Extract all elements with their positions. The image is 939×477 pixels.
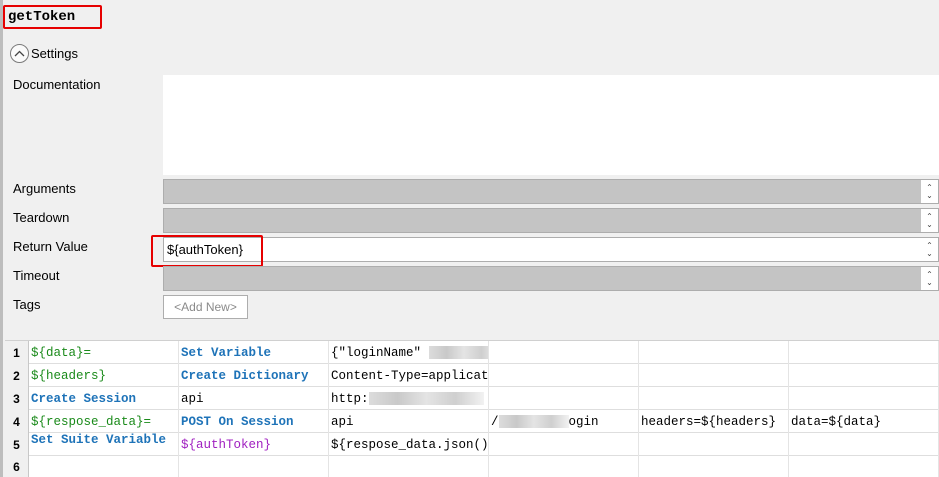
table-row: 1 ${data}= Set Variable {"loginName": [5, 341, 939, 364]
table-cell[interactable]: [489, 341, 639, 364]
arguments-label: Arguments: [13, 181, 76, 196]
table-cell[interactable]: [489, 387, 639, 410]
redacted-block: [498, 415, 569, 429]
table-row: 2 ${headers} Create Dictionary Content-T…: [5, 364, 939, 387]
table-cell[interactable]: ${authToken}: [179, 433, 329, 456]
return-value-label: Return Value: [13, 239, 88, 254]
return-value-field[interactable]: ${authToken} ⌃ ⌄: [163, 237, 939, 262]
arguments-field[interactable]: ⌃ ⌄: [163, 179, 939, 204]
table-cell[interactable]: [789, 387, 939, 410]
table-cell[interactable]: [639, 456, 789, 477]
table-cell[interactable]: / ogin: [489, 410, 639, 433]
table-cell[interactable]: [789, 433, 939, 456]
table-cell[interactable]: POST On Session: [179, 410, 329, 433]
table-cell[interactable]: Create Session: [29, 387, 179, 410]
table-cell[interactable]: [329, 456, 489, 477]
row-number[interactable]: 3: [5, 387, 29, 410]
return-value-scroll-icon[interactable]: ⌃ ⌄: [921, 238, 938, 261]
table-cell[interactable]: [789, 364, 939, 387]
table-row: 4 ${respose_data}= POST On Session api /…: [5, 410, 939, 433]
step-table: 1 ${data}= Set Variable {"loginName" 2 $…: [5, 340, 939, 477]
settings-toggle[interactable]: Settings: [10, 44, 78, 63]
timeout-scroll-icon[interactable]: ⌃ ⌄: [921, 267, 938, 290]
table-cell[interactable]: ${respose_data.json()}[: [329, 433, 489, 456]
row-number[interactable]: 5: [5, 433, 29, 456]
add-tag-button[interactable]: <Add New>: [163, 295, 248, 319]
documentation-field[interactable]: [163, 75, 939, 175]
return-value-text[interactable]: ${authToken}: [164, 238, 921, 261]
table-cell[interactable]: api: [179, 387, 329, 410]
table-cell[interactable]: api: [329, 410, 489, 433]
timeout-label: Timeout: [13, 268, 60, 283]
table-cell[interactable]: [789, 456, 939, 477]
collapse-icon[interactable]: [10, 44, 29, 63]
table-cell[interactable]: Content-Type=applicatio: [329, 364, 489, 387]
redacted-block: [428, 346, 488, 360]
highlight-box-title: [3, 5, 102, 29]
table-cell[interactable]: [179, 456, 329, 477]
table-row: 3 Create Session api http:: [5, 387, 939, 410]
table-cell[interactable]: [789, 341, 939, 364]
table-row: 5 Set Suite Variable ${authToken} ${resp…: [5, 433, 939, 456]
cell-text: ogin: [568, 415, 599, 429]
table-row: 6: [5, 456, 939, 477]
cell-text: http:: [331, 392, 369, 406]
table-cell[interactable]: ${headers}: [29, 364, 179, 387]
teardown-field[interactable]: ⌃ ⌄: [163, 208, 939, 233]
cell-text: /: [491, 415, 499, 429]
table-cell[interactable]: Create Dictionary: [179, 364, 329, 387]
table-cell[interactable]: Set Suite Variable: [29, 433, 179, 456]
settings-label: Settings: [31, 46, 78, 61]
table-cell[interactable]: headers=${headers}: [639, 410, 789, 433]
arguments-scroll-icon[interactable]: ⌃ ⌄: [921, 180, 938, 203]
documentation-label: Documentation: [13, 77, 101, 92]
row-number[interactable]: 4: [5, 410, 29, 433]
table-cell[interactable]: ${respose_data}=: [29, 410, 179, 433]
table-cell[interactable]: [639, 364, 789, 387]
table-cell[interactable]: Set Variable: [179, 341, 329, 364]
row-number[interactable]: 6: [5, 456, 29, 477]
table-cell[interactable]: [639, 341, 789, 364]
table-cell[interactable]: [639, 433, 789, 456]
redacted-block: [368, 392, 484, 406]
teardown-scroll-icon[interactable]: ⌃ ⌄: [921, 209, 938, 232]
table-cell[interactable]: [489, 433, 639, 456]
table-cell[interactable]: [489, 364, 639, 387]
timeout-field[interactable]: ⌃ ⌄: [163, 266, 939, 291]
table-cell[interactable]: [29, 456, 179, 477]
table-cell[interactable]: ${data}=: [29, 341, 179, 364]
row-number[interactable]: 1: [5, 341, 29, 364]
cell-text: {"loginName": [331, 346, 422, 360]
teardown-label: Teardown: [13, 210, 70, 225]
row-number[interactable]: 2: [5, 364, 29, 387]
table-cell[interactable]: data=${data}: [789, 410, 939, 433]
table-cell[interactable]: http:: [329, 387, 489, 410]
tags-label: Tags: [13, 297, 41, 312]
highlight-box-return-value: [151, 235, 263, 267]
table-cell[interactable]: [639, 387, 789, 410]
table-cell[interactable]: [489, 456, 639, 477]
table-cell[interactable]: {"loginName": [329, 341, 489, 364]
